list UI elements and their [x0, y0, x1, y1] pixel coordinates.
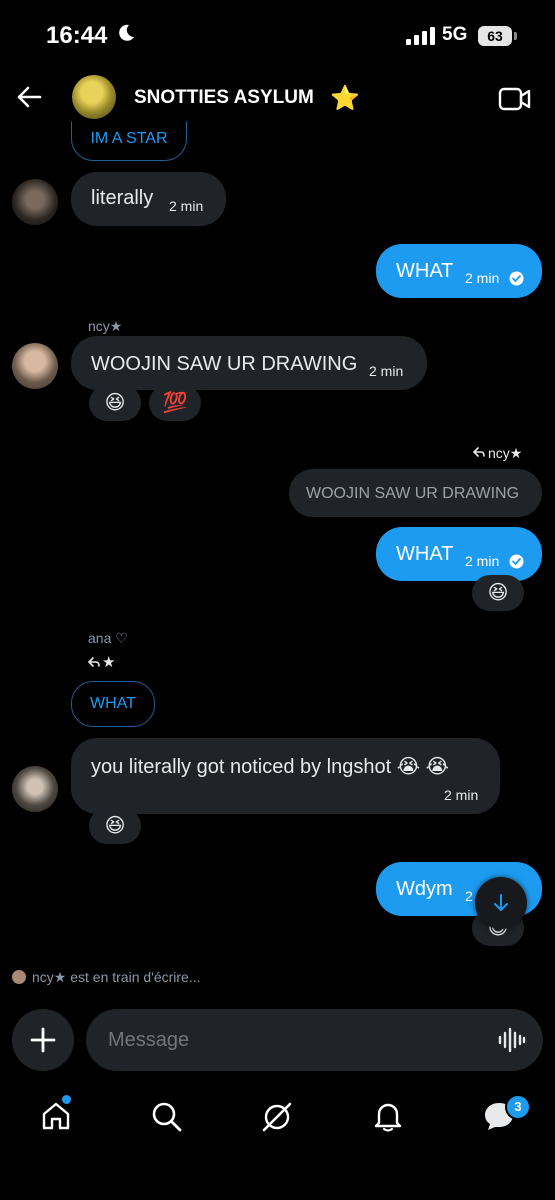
grok-icon[interactable] — [260, 1100, 294, 1134]
add-button[interactable] — [12, 1009, 74, 1071]
reaction[interactable]: 💯 — [149, 385, 201, 421]
message-text: Wdym — [396, 878, 453, 900]
messages-badge: 3 — [505, 1094, 531, 1120]
group-name[interactable]: SNOTTIES ASYLUM — [134, 87, 314, 109]
search-icon[interactable] — [151, 1101, 183, 1133]
typing-avatar — [12, 970, 26, 984]
message-bubble[interactable]: WOOJIN SAW UR DRAWING 2 min — [71, 336, 427, 390]
message-text: you literally got noticed by lngshot 😭 😭 — [91, 756, 450, 778]
scroll-to-bottom-button[interactable] — [475, 877, 527, 929]
message-time: 2 min — [169, 198, 204, 214]
typing-indicator: ncy★ est en train d'écrire... — [32, 969, 201, 985]
sender-name: ana ♡ — [88, 630, 128, 646]
reaction-emoji: 💯 — [162, 392, 188, 414]
message-bubble[interactable]: literally 2 min — [71, 172, 226, 226]
reply-icon — [88, 657, 100, 667]
message-text: WHAT — [396, 543, 454, 565]
avatar[interactable] — [12, 179, 58, 225]
message-bubble-outgoing[interactable]: WHAT 2 min — [376, 244, 542, 298]
message-text: WOOJIN SAW UR DRAWING — [91, 353, 358, 375]
avatar[interactable] — [12, 343, 58, 389]
video-call-icon[interactable] — [498, 86, 532, 112]
message-time: 2 min — [444, 787, 479, 803]
battery-indicator: 63 — [478, 26, 512, 46]
message-placeholder: Message — [108, 1029, 190, 1051]
message-time: 2 — [465, 888, 473, 904]
back-arrow-icon[interactable] — [16, 85, 42, 109]
notifications-bell-icon[interactable] — [373, 1100, 403, 1132]
message-time: 2 min — [369, 363, 404, 379]
arrow-down-icon — [494, 894, 508, 911]
reaction-emoji: 😆 — [104, 392, 126, 414]
message-text: WHAT — [396, 260, 454, 282]
quoted-text: IM A STAR — [90, 130, 168, 147]
quoted-message[interactable]: WHAT — [71, 681, 155, 727]
reaction[interactable]: 😆 — [89, 808, 141, 844]
moon-icon — [119, 24, 134, 41]
network-type: 5G — [442, 24, 468, 45]
quoted-text: WOOJIN SAW UR DRAWING — [306, 485, 520, 502]
reaction-emoji: 😆 — [104, 815, 126, 837]
group-star-emoji: ⭐ — [330, 85, 360, 112]
quoted-reply[interactable]: WOOJIN SAW UR DRAWING — [289, 469, 542, 517]
voice-waveform-icon[interactable] — [498, 1027, 526, 1053]
status-time: 16:44 — [46, 22, 108, 49]
read-check-icon — [509, 554, 524, 569]
battery-nub — [514, 32, 517, 40]
plus-icon — [30, 1027, 56, 1053]
quoted-text: WHAT — [90, 695, 136, 712]
reaction[interactable]: 😆 — [89, 385, 141, 421]
reply-to-name: ★ — [102, 654, 116, 671]
message-input[interactable]: Message — [86, 1009, 543, 1071]
read-check-icon — [509, 271, 524, 286]
message-bubble[interactable]: you literally got noticed by lngshot 😭 😭… — [71, 738, 500, 814]
message-text: literally — [91, 187, 154, 209]
signal-icon — [406, 27, 435, 45]
message-time: 2 min — [465, 270, 500, 286]
reaction[interactable]: 😆 — [472, 575, 524, 611]
message-bubble-outgoing[interactable]: WHAT 2 min — [376, 527, 542, 581]
quoted-message[interactable]: IM A STAR — [71, 121, 187, 161]
home-icon[interactable] — [40, 1100, 72, 1132]
reaction-emoji: 😆 — [487, 582, 509, 604]
group-avatar[interactable] — [72, 75, 116, 119]
sender-name: ncy★ — [88, 318, 123, 334]
reply-to-name: ncy★ — [488, 445, 523, 461]
reply-icon — [473, 447, 485, 457]
avatar[interactable] — [12, 766, 58, 812]
message-time: 2 min — [465, 553, 500, 569]
home-notification-dot — [62, 1095, 71, 1104]
